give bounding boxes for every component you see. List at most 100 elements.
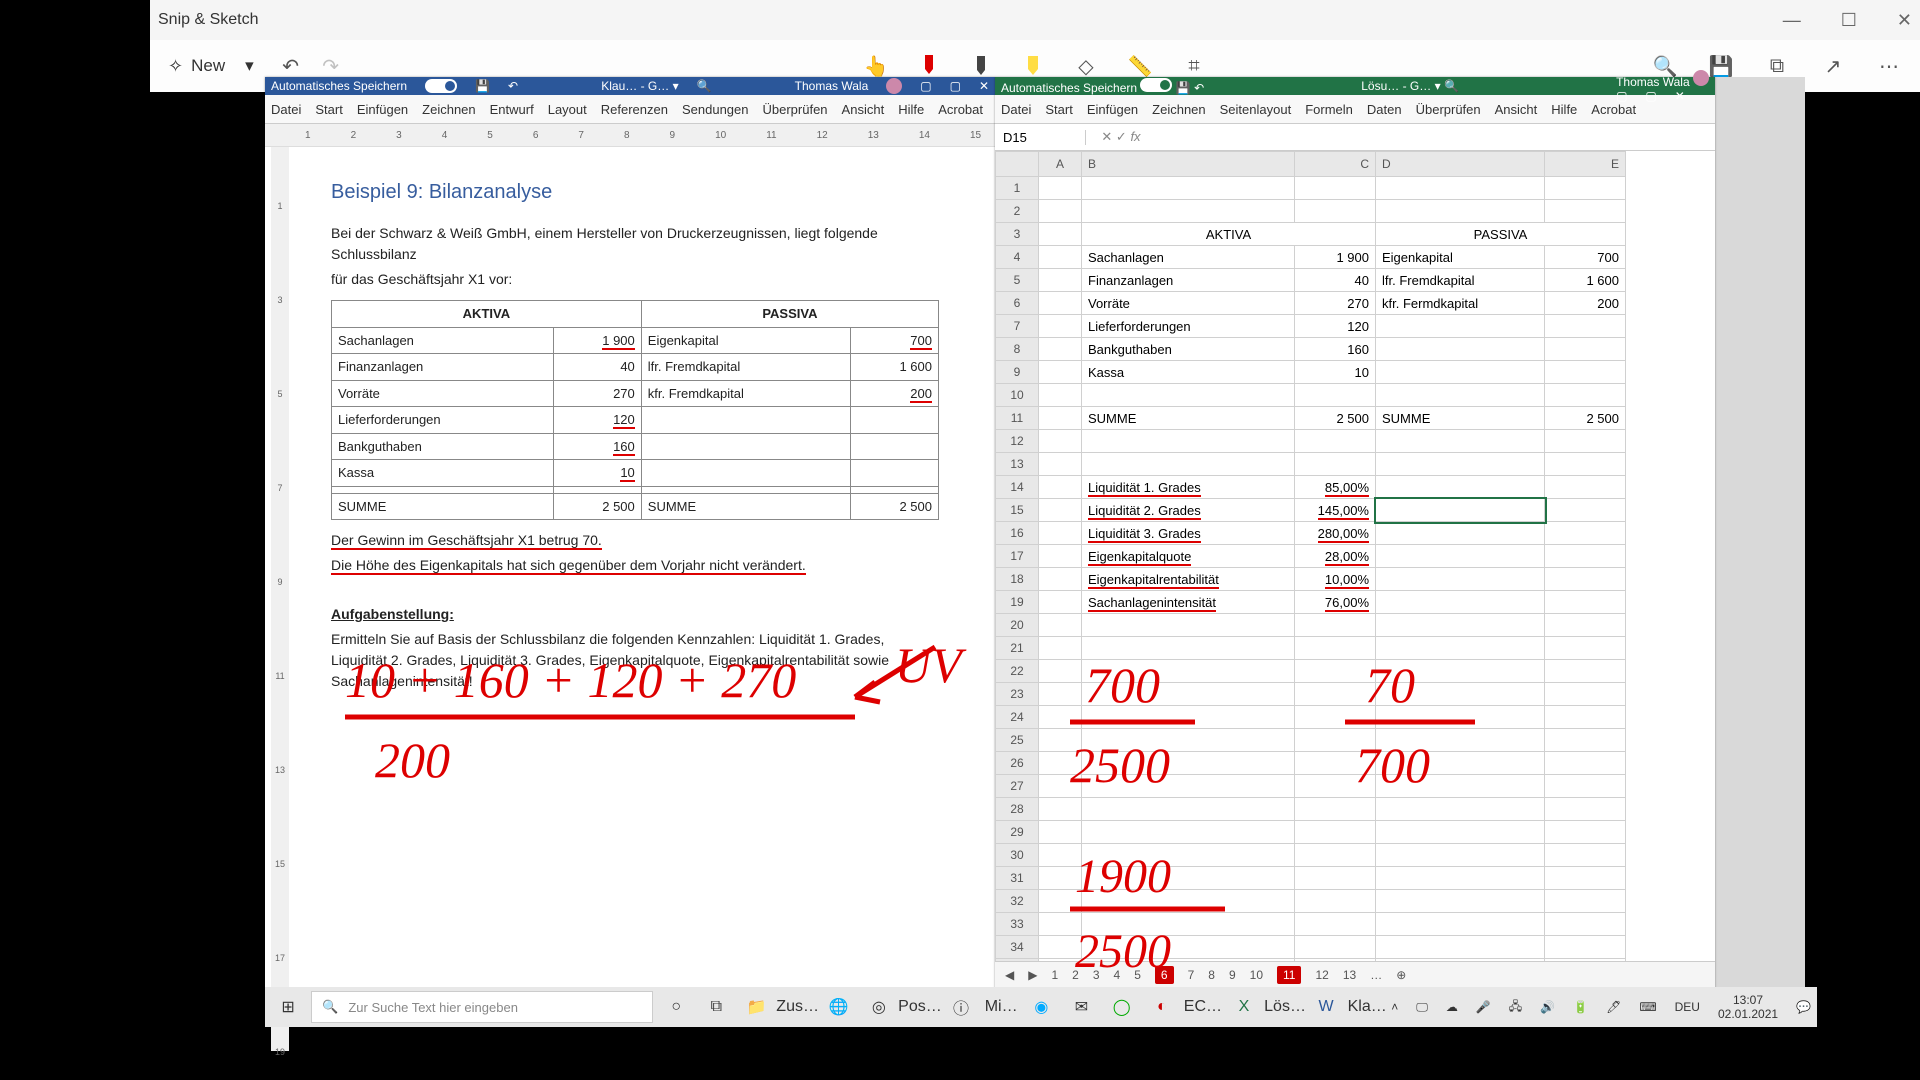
sheet-tab[interactable]: 1 xyxy=(1051,968,1058,982)
minimize-button[interactable]: — xyxy=(1783,10,1801,31)
copy-button[interactable]: ⧉ xyxy=(1766,55,1788,77)
excel-avatar[interactable] xyxy=(1693,70,1709,86)
excel-close[interactable]: ✕ xyxy=(1675,89,1685,103)
tray-display[interactable]: 🖵 xyxy=(1416,1000,1428,1015)
tray-kbd[interactable]: ⌨ xyxy=(1639,1000,1656,1014)
sheet-tab-active[interactable]: 6 xyxy=(1155,966,1174,984)
tray-mic[interactable]: 🎤 xyxy=(1476,1000,1491,1014)
chevron-down-icon[interactable]: ▾ xyxy=(245,56,254,76)
sheet-tab[interactable]: 12 xyxy=(1315,968,1328,982)
app-green[interactable]: ◯ xyxy=(1105,992,1139,1022)
excel-tab[interactable]: Start xyxy=(1045,102,1072,117)
word-tab[interactable]: Ansicht xyxy=(842,102,885,117)
word-tab[interactable]: Acrobat xyxy=(938,102,983,117)
tray-chevron[interactable]: ˄ xyxy=(1391,1000,1398,1014)
teams-icon[interactable]: Mi… xyxy=(984,992,1018,1022)
word-tab[interactable]: Start xyxy=(315,102,342,117)
excel-tab[interactable]: Seitenlayout xyxy=(1220,102,1292,117)
sheet-tab[interactable]: 11 xyxy=(1277,966,1301,984)
sheet-tab[interactable]: … xyxy=(1370,968,1382,982)
tray-clock[interactable]: 13:07 02.01.2021 xyxy=(1718,993,1778,1022)
word-tab[interactable]: Referenzen xyxy=(601,102,668,117)
explorer-icon[interactable]: 📁 xyxy=(739,992,773,1022)
cortana-icon[interactable]: ○ xyxy=(659,992,693,1022)
save-button[interactable]: 💾 xyxy=(1710,55,1732,77)
tray-batt[interactable]: 🔋 xyxy=(1573,1000,1588,1014)
word-autosave-toggle[interactable] xyxy=(425,79,457,93)
app-icon[interactable]: Kla… xyxy=(1349,992,1385,1022)
excel-undo-icon[interactable]: ↶ xyxy=(1194,81,1204,95)
excel-tab[interactable]: Formeln xyxy=(1305,102,1353,117)
highlighter-button[interactable] xyxy=(1023,54,1043,78)
word-tab[interactable]: Layout xyxy=(548,102,587,117)
excel-min[interactable]: ▢ xyxy=(1616,89,1627,103)
word-tab[interactable]: Datei xyxy=(271,102,301,117)
word-taskbar-icon[interactable]: W xyxy=(1309,992,1343,1022)
tray-vol[interactable]: 🔊 xyxy=(1540,1000,1555,1014)
sheet-tab[interactable]: 7 xyxy=(1188,968,1195,982)
sheet-tab[interactable]: 4 xyxy=(1114,968,1121,982)
word-filename[interactable]: Klau… - G… ▾ xyxy=(601,79,678,93)
word-tab[interactable]: Hilfe xyxy=(898,102,924,117)
app-icon[interactable]: EC… xyxy=(1185,992,1221,1022)
excel-tab[interactable]: Hilfe xyxy=(1551,102,1577,117)
ruler-button[interactable]: 📏 xyxy=(1129,55,1151,77)
sheet-tab[interactable]: 10 xyxy=(1250,968,1263,982)
info-icon[interactable]: ⓘ xyxy=(944,992,978,1022)
tray-pen[interactable]: 🖊 xyxy=(1606,1000,1621,1014)
pen-red-button[interactable] xyxy=(919,53,939,80)
more-button[interactable]: ⋯ xyxy=(1878,55,1900,77)
eraser-button[interactable]: ◇ xyxy=(1075,55,1097,77)
excel-tab[interactable]: Zeichnen xyxy=(1152,102,1205,117)
fx-buttons[interactable]: ✕ ✓ fx xyxy=(1086,129,1156,145)
cell-reference[interactable]: D15 xyxy=(995,130,1086,145)
excel-save-icon[interactable]: 💾 xyxy=(1176,81,1191,95)
excel-taskbar-icon[interactable]: X xyxy=(1227,992,1261,1022)
share-button[interactable]: ↗ xyxy=(1822,55,1844,77)
mail-icon[interactable]: ✉ xyxy=(1064,992,1098,1022)
excel-max[interactable]: ▢ xyxy=(1645,89,1656,103)
sheet-tab[interactable]: 13 xyxy=(1343,968,1356,982)
tray-lang[interactable]: DEU xyxy=(1675,1000,1700,1014)
word-tab[interactable]: Sendungen xyxy=(682,102,749,117)
sheet-tab[interactable]: 3 xyxy=(1093,968,1100,982)
word-tab[interactable]: Einfügen xyxy=(357,102,408,117)
taskbar-search[interactable]: 🔍 Zur Suche Text hier eingeben xyxy=(311,991,653,1023)
excel-tab[interactable]: Ansicht xyxy=(1495,102,1538,117)
close-button[interactable]: ✕ xyxy=(1897,10,1912,31)
sheet-tab[interactable]: 5 xyxy=(1134,968,1141,982)
taskbar-circle[interactable]: ◉ xyxy=(1024,992,1058,1022)
edge-icon[interactable]: 🌐 xyxy=(822,992,856,1022)
app-red[interactable]: ◐ xyxy=(1145,992,1179,1022)
touch-writing-button[interactable]: 👆 xyxy=(865,55,887,77)
redo-button[interactable]: ↷ xyxy=(320,55,342,77)
excel-tab[interactable]: Datei xyxy=(1001,102,1031,117)
word-avatar[interactable] xyxy=(886,78,902,94)
app-icon[interactable]: Lös… xyxy=(1267,992,1303,1022)
excel-filename[interactable]: Lösu… - G… ▾ xyxy=(1361,79,1440,93)
chrome-icon[interactable]: ◎ xyxy=(862,992,896,1022)
tray-cloud[interactable]: ☁ xyxy=(1446,1000,1458,1014)
word-save-icon[interactable]: 💾 xyxy=(475,79,490,93)
sheet-tab[interactable]: 9 xyxy=(1229,968,1236,982)
maximize-button[interactable]: ☐ xyxy=(1841,10,1857,31)
excel-tab[interactable]: Einfügen xyxy=(1087,102,1138,117)
new-snip-button[interactable]: ✧ New ▾ xyxy=(160,52,262,81)
sheet-area[interactable]: ABCDE 1 2 3AKTIVAPASSIVA 4Sachanlagen1 9… xyxy=(995,151,1715,961)
pen-black-button[interactable] xyxy=(971,54,991,78)
excel-autosave-toggle[interactable] xyxy=(1140,78,1172,92)
tray-net[interactable]: 🖧 xyxy=(1509,997,1522,1018)
excel-tab[interactable]: Überprüfen xyxy=(1416,102,1481,117)
excel-tab[interactable]: Acrobat xyxy=(1591,102,1636,117)
sheet-tab[interactable]: 2 xyxy=(1072,968,1079,982)
excel-tab[interactable]: Daten xyxy=(1367,102,1402,117)
word-close[interactable]: ✕ xyxy=(979,79,989,93)
sheet-tab-add[interactable]: ⊕ xyxy=(1396,968,1406,982)
crop-button[interactable]: ⌗ xyxy=(1183,55,1205,77)
word-tab[interactable]: Zeichnen xyxy=(422,102,475,117)
word-tab[interactable]: Entwurf xyxy=(490,102,534,117)
word-undo-icon[interactable]: ↶ xyxy=(508,79,518,93)
word-min[interactable]: ▢ xyxy=(920,79,931,93)
undo-button[interactable]: ↶ xyxy=(280,55,302,77)
taskview-icon[interactable]: ⧉ xyxy=(699,992,733,1022)
